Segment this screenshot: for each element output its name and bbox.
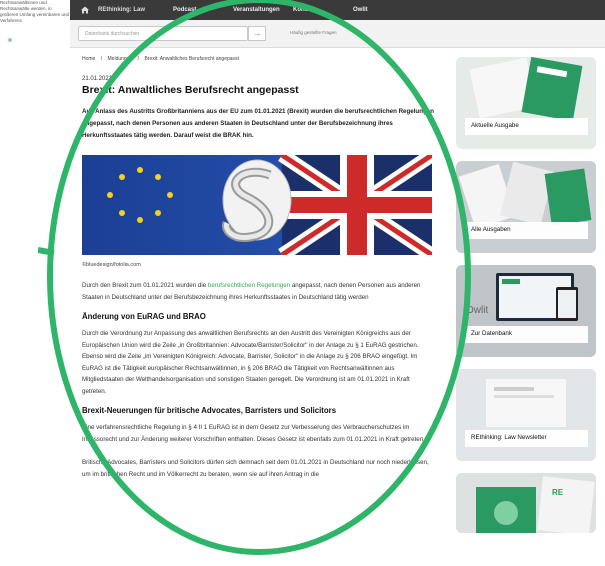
berufsrecht-link[interactable]: berufsrechtlichen Regelungen: [208, 282, 290, 289]
sidebar-card-alle-ausgaben[interactable]: Alle Ausgaben: [456, 161, 596, 253]
magazine-image: [456, 57, 596, 149]
brand-menu[interactable]: REthinking: Law: [98, 7, 145, 13]
sidebar-card-newsletter[interactable]: REthinking: Law Newsletter: [456, 369, 596, 461]
article-paragraph-3: Eine verfahrensrechtliche Regelung in § …: [82, 424, 425, 443]
devices-image: Owlit: [456, 265, 596, 357]
article-hero-image: [82, 155, 432, 255]
sidebar-card-datenbank[interactable]: Owlit Zur Datenbank: [456, 265, 596, 357]
svg-text:RE: RE: [552, 488, 564, 497]
nav-item-kontakt[interactable]: Kontakt: [293, 7, 353, 13]
nav-item-owlit[interactable]: Owlit: [353, 7, 413, 13]
article-paragraph-4: Britische Advocates, Barristers und Soli…: [82, 459, 429, 478]
brexit-paragraph-image: [82, 155, 432, 255]
article-date: 21.01.2021: [82, 76, 113, 82]
article-title: Brexit: Anwaltliches Berufsrecht angepas…: [82, 84, 299, 96]
arrow-right-icon: →: [252, 28, 262, 38]
article-lead: Aus Anlass des Austritts Großbritanniens…: [82, 108, 434, 139]
home-icon[interactable]: [80, 6, 90, 14]
nav-item-podcast[interactable]: Podcast: [173, 7, 233, 13]
sidebar-card-label: Aktuelle Ausgabe: [465, 118, 588, 135]
sidebar-card-label: REthinking: Law Newsletter: [465, 430, 588, 447]
main-nav: Podcast Veranstaltungen Kontakt Owlit: [173, 7, 413, 13]
svg-text:Owlit: Owlit: [466, 305, 488, 316]
sidebar-card-label: Alle Ausgaben: [465, 222, 588, 239]
breadcrumb-separator: /: [100, 56, 103, 62]
breadcrumb-home[interactable]: Home: [82, 56, 95, 62]
search-row: Datenbank durchsuchen → Häufig gestellte…: [70, 20, 605, 48]
paragraph-text: Durch den Brexit zum 01.01.2021 wurden d…: [82, 282, 208, 289]
sidebar-card-label: Zur Datenbank: [465, 326, 588, 343]
rethinking-magazine-image: RE: [456, 473, 596, 533]
search-hint-link[interactable]: Häufig gestellte Fragen: [290, 30, 337, 35]
breadcrumb-current: Brexit: Anwaltliches Berufsrecht angepas…: [144, 56, 239, 62]
article-paragraph-1: Durch den Brexit zum 01.01.2021 wurden d…: [82, 280, 434, 303]
breadcrumb-separator: /: [137, 56, 140, 62]
left-dot: [8, 38, 12, 42]
section-heading-brexit: Brexit-Neuerungen für britische Advocate…: [82, 406, 337, 415]
article-main: Home / Meldungen / Brexit: Anwaltliches …: [82, 56, 434, 480]
top-navigation-bar: REthinking: Law Podcast Veranstaltungen …: [70, 0, 605, 20]
breadcrumb-section[interactable]: Meldungen: [108, 56, 133, 62]
image-caption: ©bluedesign/fotolia.com: [82, 262, 141, 268]
sidebar-card-rethinking-law[interactable]: RE: [456, 473, 596, 533]
search-input[interactable]: Datenbank durchsuchen: [78, 26, 248, 41]
sidebar: Aktuelle Ausgabe Alle Ausgaben Owlit Zur…: [456, 57, 596, 545]
article-paragraph-2: Durch die Verordnung zur Anpassung des a…: [82, 330, 419, 395]
section-heading-eurag: Änderung von EuRAG und BRAO: [82, 312, 206, 321]
newsletter-image: [456, 369, 596, 461]
breadcrumb: Home / Meldungen / Brexit: Anwaltliches …: [82, 56, 434, 68]
magazines-image: [456, 161, 596, 253]
left-truncated-text: Rechtsanwältinnen und Rechtsanwälte werd…: [0, 0, 70, 23]
search-submit-button[interactable]: →: [248, 26, 266, 41]
nav-item-veranstaltungen[interactable]: Veranstaltungen: [233, 7, 293, 13]
sidebar-card-aktuelle-ausgabe[interactable]: Aktuelle Ausgabe: [456, 57, 596, 149]
